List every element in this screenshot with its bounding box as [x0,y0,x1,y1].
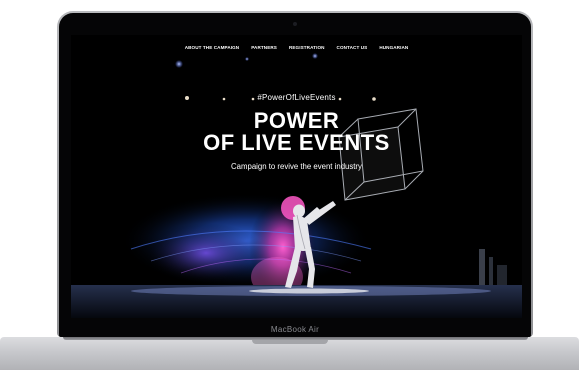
hero-title-line-2: OF LIVE EVENTS [203,130,390,155]
hero-section: #PowerOfLiveEvents POWER OF LIVE EVENTS … [71,93,522,171]
nav-contact-us[interactable]: CONTACT US [337,45,368,50]
nav-registration[interactable]: REGISTRATION [289,45,325,50]
top-navigation: ABOUT THE CAMPAIGN PARTNERS REGISTRATION… [71,45,522,50]
hero-title-line-1: POWER [253,108,340,133]
stage-performance-image [71,35,522,318]
hero-title: POWER OF LIVE EVENTS [71,110,522,154]
device-model-label: MacBook Air [270,325,320,334]
nav-partners[interactable]: PARTNERS [251,45,277,50]
nav-about-campaign[interactable]: ABOUT THE CAMPAIGN [185,45,240,50]
lid-opening-notch [252,340,328,344]
webcam-icon [293,22,297,26]
nav-language-hungarian[interactable]: HUNGARIAN [379,45,408,50]
mockup-stage: MacBook Air ABOUT THE CAMPAIGN PARTNERS … [0,0,579,370]
laptop-screen: ABOUT THE CAMPAIGN PARTNERS REGISTRATION… [71,35,522,318]
hero-subtitle: Campaign to revive the event industry [231,162,362,171]
hero-hashtag: #PowerOfLiveEvents [257,93,336,102]
